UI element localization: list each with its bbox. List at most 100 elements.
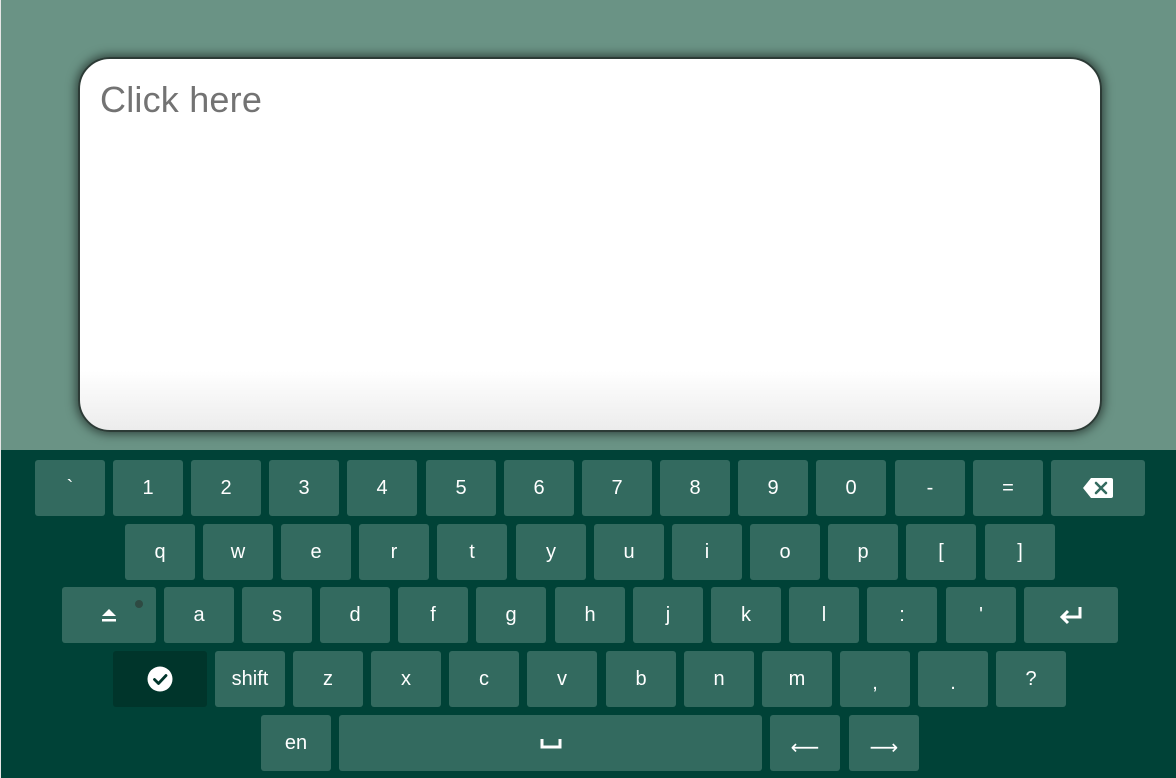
key-s[interactable]: s [242,587,312,643]
key-label: f [430,603,436,626]
checkmark-icon [147,666,173,692]
key-label: 2 [220,476,232,499]
key-label: h [584,603,596,626]
key-label: a [193,603,205,626]
key-label: 7 [611,476,623,499]
key-r[interactable]: r [359,524,429,580]
key-label: 6 [533,476,545,499]
key-label: ' [979,603,983,626]
key-c[interactable]: c [449,651,519,707]
key-label: shift [231,667,269,690]
key-w[interactable]: w [203,524,273,580]
caps-lock-indicator [135,600,143,608]
caps-lock-key[interactable] [62,587,156,643]
key-close-bracket[interactable]: ] [985,524,1055,580]
key-6[interactable]: 6 [504,460,574,516]
key-label: [ [938,540,944,563]
key-b[interactable]: b [606,651,676,707]
left-arrow-key[interactable]: ⟵ [770,715,840,771]
key-comma[interactable]: , [840,651,910,707]
done-key[interactable] [113,651,207,707]
key-label: d [349,603,361,626]
key-equals[interactable]: = [973,460,1043,516]
key-label: , [872,671,878,694]
key-x[interactable]: x [371,651,441,707]
key-apostrophe[interactable]: ' [946,587,1016,643]
key-label: e [310,540,322,563]
backspace-icon [1082,477,1114,499]
key-backtick[interactable]: ` [35,460,105,516]
key-label: x [401,667,411,690]
enter-key[interactable] [1024,587,1118,643]
key-label: ] [1017,540,1023,563]
text-input-area[interactable]: Click here [78,57,1102,432]
key-7[interactable]: 7 [582,460,652,516]
key-open-bracket[interactable]: [ [906,524,976,580]
key-g[interactable]: g [476,587,546,643]
key-q[interactable]: q [125,524,195,580]
key-label: ⟶ [869,736,899,759]
key-label: ? [1025,667,1037,690]
right-arrow-key[interactable]: ⟶ [849,715,919,771]
key-f[interactable]: f [398,587,468,643]
key-h[interactable]: h [555,587,625,643]
key-k[interactable]: k [711,587,781,643]
key-n[interactable]: n [684,651,754,707]
key-o[interactable]: o [750,524,820,580]
key-question[interactable]: ? [996,651,1066,707]
key-d[interactable]: d [320,587,390,643]
key-a[interactable]: a [164,587,234,643]
key-label: i [704,540,710,563]
key-period[interactable]: . [918,651,988,707]
key-label: j [665,603,671,626]
key-l[interactable]: l [789,587,859,643]
backspace-key[interactable] [1051,460,1145,516]
key-label: 9 [767,476,779,499]
key-label: w [230,540,246,563]
key-y[interactable]: y [516,524,586,580]
key-label: : [899,603,905,626]
key-label: 5 [455,476,467,499]
key-label: z [323,667,333,690]
key-0[interactable]: 0 [816,460,886,516]
key-label: c [479,667,489,690]
key-label: r [390,540,398,563]
key-label: 0 [845,476,857,499]
key-p[interactable]: p [828,524,898,580]
key-colon[interactable]: : [867,587,937,643]
key-label: k [741,603,751,626]
key-m[interactable]: m [762,651,832,707]
enter-icon [1057,604,1085,626]
key-label: o [779,540,791,563]
key-label: q [154,540,166,563]
key-z[interactable]: z [293,651,363,707]
key-8[interactable]: 8 [660,460,730,516]
virtual-keyboard: ` 1 2 3 4 5 6 7 8 9 0 - = q w e r t y u … [1,450,1176,778]
key-t[interactable]: t [437,524,507,580]
key-3[interactable]: 3 [269,460,339,516]
key-label: en [284,731,308,754]
key-label: . [950,671,956,694]
key-u[interactable]: u [594,524,664,580]
language-key[interactable]: en [261,715,331,771]
key-4[interactable]: 4 [347,460,417,516]
key-label: n [713,667,725,690]
key-5[interactable]: 5 [426,460,496,516]
key-9[interactable]: 9 [738,460,808,516]
key-i[interactable]: i [672,524,742,580]
key-label: - [926,476,934,499]
key-e[interactable]: e [281,524,351,580]
key-label: y [546,540,556,563]
key-label: g [505,603,517,626]
key-label: ⟵ [790,736,820,759]
space-key[interactable] [339,715,762,771]
key-label: s [272,603,282,626]
shift-key[interactable]: shift [215,651,285,707]
key-minus[interactable]: - [895,460,965,516]
key-label: m [788,667,806,690]
key-2[interactable]: 2 [191,460,261,516]
key-label: t [469,540,475,563]
key-v[interactable]: v [527,651,597,707]
key-j[interactable]: j [633,587,703,643]
key-1[interactable]: 1 [113,460,183,516]
